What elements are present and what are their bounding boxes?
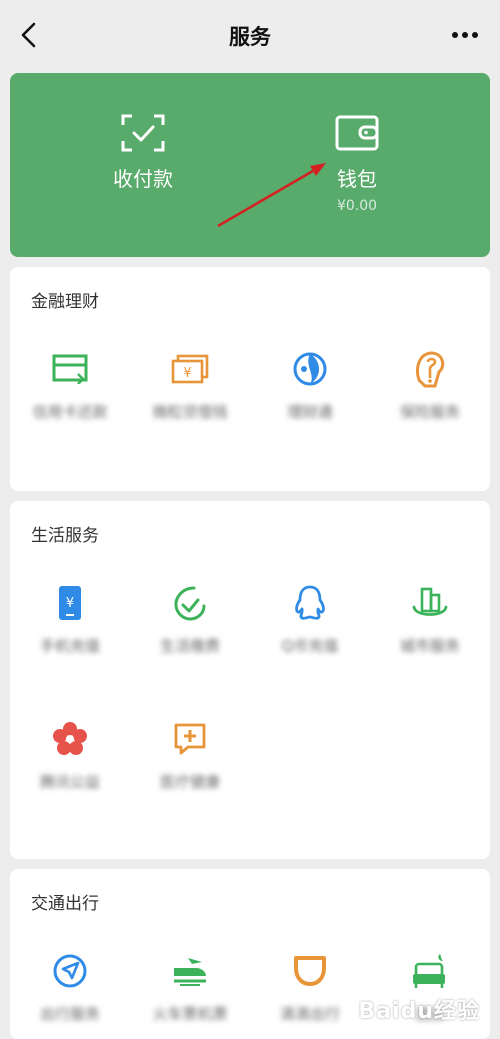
utility-icon bbox=[174, 586, 206, 621]
item-label: 信用卡还款 bbox=[32, 403, 108, 421]
page-title: 服务 bbox=[229, 25, 271, 49]
medical-health-item[interactable]: 医疗健康 bbox=[130, 719, 250, 792]
transport-card: 交通出行 出行服务 火车票机票 滴滴出行 酒店 Baidu经验 bbox=[10, 869, 490, 1039]
finance-card: 金融理财 信用卡还款 ¥ 微粒贷借钱 理财通 保险服务 bbox=[10, 267, 490, 491]
item-label: 保险服务 bbox=[399, 403, 460, 421]
charity-flower-icon bbox=[53, 722, 87, 755]
life-services-title: 生活服务 bbox=[31, 526, 99, 546]
phone-recharge-item[interactable]: ¥ 手机充值 bbox=[10, 583, 130, 656]
back-arrow-icon[interactable] bbox=[16, 20, 42, 50]
phone-recharge-icon: ¥ bbox=[59, 586, 81, 620]
item-label: 生活缴费 bbox=[159, 637, 220, 655]
didi-item[interactable]: 滴滴出行 bbox=[250, 951, 370, 1024]
pay-receive-button[interactable]: 收付款 bbox=[73, 113, 213, 192]
credit-card-icon bbox=[52, 354, 88, 384]
qq-icon bbox=[295, 585, 325, 620]
navigation-icon bbox=[53, 954, 87, 988]
q-coin-item[interactable]: Q币充值 bbox=[250, 583, 370, 656]
train-flight-item[interactable]: 火车票机票 bbox=[130, 951, 250, 1024]
scan-check-icon bbox=[121, 114, 165, 152]
watermark: Baidu经验 bbox=[358, 999, 480, 1024]
finance-title: 金融理财 bbox=[31, 292, 99, 312]
item-label: 医疗健康 bbox=[159, 773, 220, 791]
item-label: 出行服务 bbox=[39, 1005, 100, 1023]
insurance-item[interactable]: 保险服务 bbox=[370, 349, 490, 422]
svg-text:¥: ¥ bbox=[183, 366, 191, 381]
utility-payment-item[interactable]: 生活缴费 bbox=[130, 583, 250, 656]
item-label: 城市服务 bbox=[399, 637, 460, 655]
charity-item[interactable]: 腾讯公益 bbox=[10, 719, 130, 792]
svg-text:¥: ¥ bbox=[66, 596, 74, 611]
item-label: 火车票机票 bbox=[152, 1005, 228, 1023]
insurance-icon bbox=[416, 351, 445, 388]
wallet-balance: ¥0.00 bbox=[336, 198, 378, 214]
item-label: 微粒贷借钱 bbox=[152, 403, 228, 421]
life-services-card: 生活服务 ¥ 手机充值 生活缴费 Q币充值 城市服务 腾讯公益 医疗健康 bbox=[10, 501, 490, 859]
wallet-panel: 收付款 钱包 ¥0.00 bbox=[10, 73, 490, 257]
transport-title: 交通出行 bbox=[31, 894, 99, 914]
item-label: 腾讯公益 bbox=[39, 773, 100, 791]
item-label: 滴滴出行 bbox=[279, 1005, 340, 1023]
wealth-item[interactable]: 理财通 bbox=[250, 349, 370, 422]
wealth-icon bbox=[293, 352, 327, 386]
loan-icon: ¥ bbox=[171, 354, 209, 384]
item-label: 手机充值 bbox=[39, 637, 100, 655]
item-label: Q币充值 bbox=[281, 637, 339, 655]
train-icon bbox=[174, 958, 206, 986]
loan-item[interactable]: ¥ 微粒贷借钱 bbox=[130, 349, 250, 422]
city-icon bbox=[412, 587, 448, 616]
wallet-icon bbox=[335, 115, 379, 151]
pay-receive-label: 收付款 bbox=[113, 167, 173, 191]
didi-icon bbox=[294, 956, 326, 986]
travel-services-item[interactable]: 出行服务 bbox=[10, 951, 130, 1024]
medical-icon bbox=[174, 723, 206, 755]
wallet-button[interactable]: 钱包 ¥0.00 bbox=[287, 113, 427, 214]
hotel-icon bbox=[413, 954, 445, 988]
top-bar: 服务 bbox=[0, 0, 500, 72]
more-options-icon[interactable] bbox=[450, 25, 480, 45]
wallet-label: 钱包 bbox=[337, 167, 377, 191]
item-label: 理财通 bbox=[287, 403, 333, 421]
credit-card-repay-item[interactable]: 信用卡还款 bbox=[10, 349, 130, 422]
city-services-item[interactable]: 城市服务 bbox=[370, 583, 490, 656]
